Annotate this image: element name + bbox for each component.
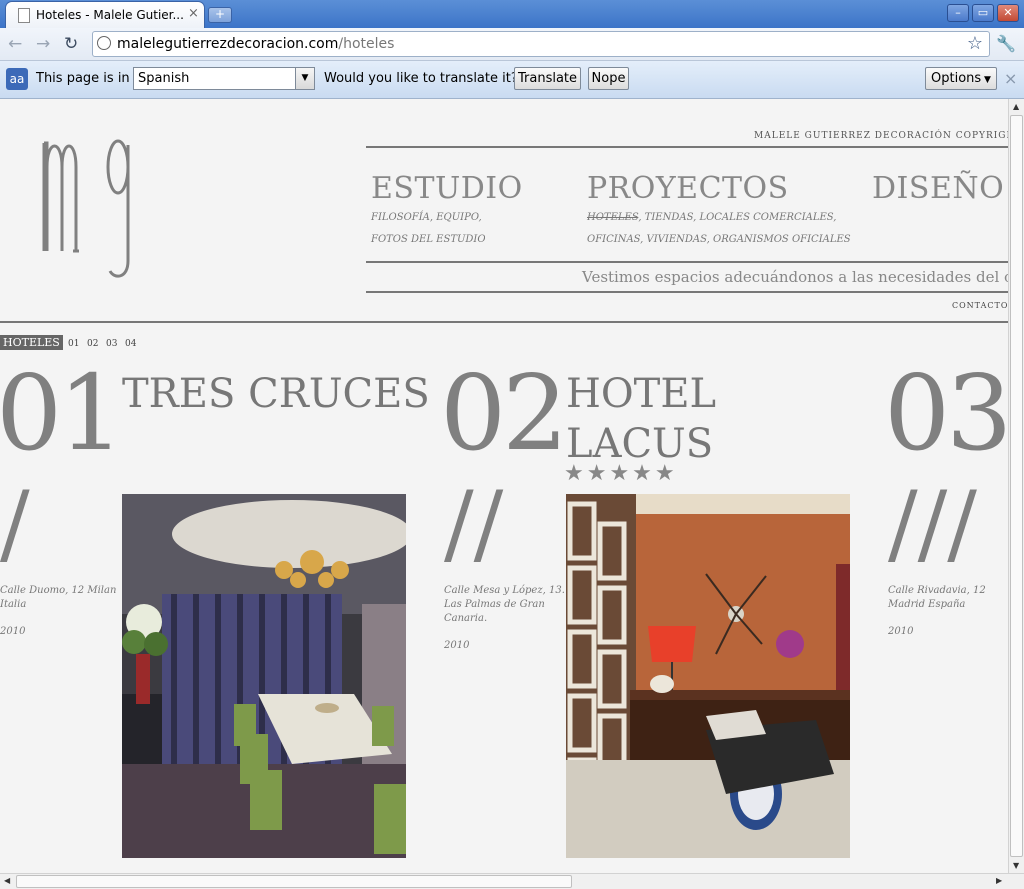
horizontal-scrollbar[interactable]: ◀ ▶: [0, 873, 1024, 889]
url-text: malelegutierrezdecoracion.com/hoteles: [117, 36, 395, 52]
browser-tab[interactable]: Hoteles - Malele Gutier... ×: [6, 2, 204, 28]
hotel-slashes: //: [444, 472, 504, 575]
hotel-year: 2010: [444, 640, 470, 651]
category-label: HOTELES: [0, 335, 63, 350]
reload-icon[interactable]: ↻: [64, 34, 78, 54]
page-link-03[interactable]: 03: [106, 339, 117, 349]
browser-toolbar: ← → ↻ malelegutierrezdecoracion.com/hote…: [0, 28, 1024, 61]
chevron-down-icon: ▼: [295, 68, 314, 89]
horizontal-scroll-thumb[interactable]: [16, 875, 572, 888]
hotel-address-line: Calle Rivadavia, 12: [888, 585, 986, 596]
divider: [366, 291, 1008, 293]
hotel-address-line: Italia: [0, 599, 27, 610]
scroll-up-icon[interactable]: ▲: [1013, 102, 1019, 111]
page-link-01[interactable]: 01: [68, 339, 79, 349]
address-bar[interactable]: malelegutierrezdecoracion.com/hoteles ☆: [92, 31, 990, 57]
translate-icon: aa: [6, 68, 28, 90]
hotel-name[interactable]: TRES CRUCES: [122, 369, 430, 419]
star-rating: ★★★★★: [564, 461, 678, 486]
divider: [366, 146, 1008, 148]
page-viewport: MALELE GUTIERREZ DECORACIÓN COPYRIGHT 20…: [0, 99, 1008, 873]
nav-proyectos[interactable]: PROYECTOS: [587, 171, 789, 206]
nav-proyectos-sub1[interactable]: HOTELES, TIENDAS, LOCALES COMERCIALES,: [587, 212, 836, 223]
vertical-scroll-thumb[interactable]: [1010, 115, 1023, 857]
options-button[interactable]: Options ▼: [925, 67, 997, 90]
globe-icon: [97, 36, 111, 50]
tab-title: Hoteles - Malele Gutier...: [36, 8, 184, 22]
language-select[interactable]: Spanish ▼: [133, 67, 315, 90]
wrench-icon[interactable]: 🔧: [996, 34, 1016, 53]
close-infobar-icon[interactable]: ×: [1004, 69, 1017, 88]
page-link-02[interactable]: 02: [87, 339, 98, 349]
nav-estudio-sub1[interactable]: FILOSOFÍA, EQUIPO,: [371, 212, 482, 223]
close-window-button[interactable]: ✕: [997, 4, 1019, 22]
forward-arrow-icon[interactable]: →: [36, 34, 50, 54]
hotel-slashes: ///: [888, 472, 977, 575]
hotel-number: 01: [0, 352, 124, 474]
nope-button[interactable]: Nope: [588, 67, 629, 90]
back-arrow-icon[interactable]: ←: [8, 34, 22, 54]
hotel-address-line: Calle Duomo, 12 Milan: [0, 585, 117, 596]
hotel-address-line: Las Palmas de Gran: [444, 599, 545, 610]
nav-proyectos-sub2[interactable]: OFICINAS, VIVIENDAS, ORGANISMOS OFICIALE…: [587, 234, 851, 245]
window-titlebar: Hoteles - Malele Gutier... × + – ▭ ✕: [0, 0, 1024, 28]
copyright-text: MALELE GUTIERREZ DECORACIÓN COPYRIGHT 20…: [754, 131, 1008, 141]
hotel-number: 03: [884, 352, 1008, 474]
hotel-address-line: Calle Mesa y López, 13.: [444, 585, 565, 596]
page-icon: [18, 8, 30, 23]
new-tab-button[interactable]: +: [208, 7, 232, 23]
minimize-button[interactable]: –: [947, 4, 969, 22]
page-link-04[interactable]: 04: [125, 339, 136, 349]
mg-logo[interactable]: [36, 133, 136, 281]
nav-hoteles-link[interactable]: HOTELES: [587, 212, 638, 223]
nav-estudio-sub2[interactable]: FOTOS DEL ESTUDIO: [371, 234, 486, 245]
translate-button[interactable]: Translate: [514, 67, 581, 90]
hotel-year: 2010: [0, 626, 26, 637]
scroll-down-icon[interactable]: ▼: [1013, 861, 1019, 870]
maximize-button[interactable]: ▭: [972, 4, 994, 22]
contact-link[interactable]: CONTACTO: [952, 301, 1008, 310]
tres-cruces-photo[interactable]: [122, 494, 406, 858]
hotel-address-line: Madrid España: [888, 599, 966, 610]
translate-question: Would you like to translate it?: [324, 71, 518, 86]
scroll-right-icon[interactable]: ▶: [996, 876, 1002, 885]
hotel-lacus-photo[interactable]: [566, 494, 850, 858]
divider: [366, 261, 1008, 263]
translate-infobar: aa This page is in Spanish ▼ Would you l…: [0, 61, 1024, 99]
hotel-number: 02: [440, 352, 568, 474]
hotel-slashes: /: [0, 472, 30, 575]
scroll-left-icon[interactable]: ◀: [4, 876, 10, 885]
bookmark-star-icon[interactable]: ☆: [967, 33, 983, 54]
translate-prefix: This page is in: [36, 71, 130, 86]
divider: [0, 321, 1008, 323]
nav-estudio[interactable]: ESTUDIO: [371, 171, 523, 206]
hotel-address-line: Canaria.: [444, 613, 488, 624]
hotel-year: 2010: [888, 626, 914, 637]
close-tab-icon[interactable]: ×: [188, 6, 199, 21]
tagline: Vestimos espacios adecuándonos a las nec…: [582, 268, 1008, 286]
vertical-scrollbar[interactable]: ▲ ▼: [1008, 99, 1024, 873]
nav-diseno[interactable]: DISEÑO: [872, 171, 1004, 206]
language-value: Spanish: [138, 71, 190, 86]
hotel-name[interactable]: HOTEL: [566, 369, 716, 419]
